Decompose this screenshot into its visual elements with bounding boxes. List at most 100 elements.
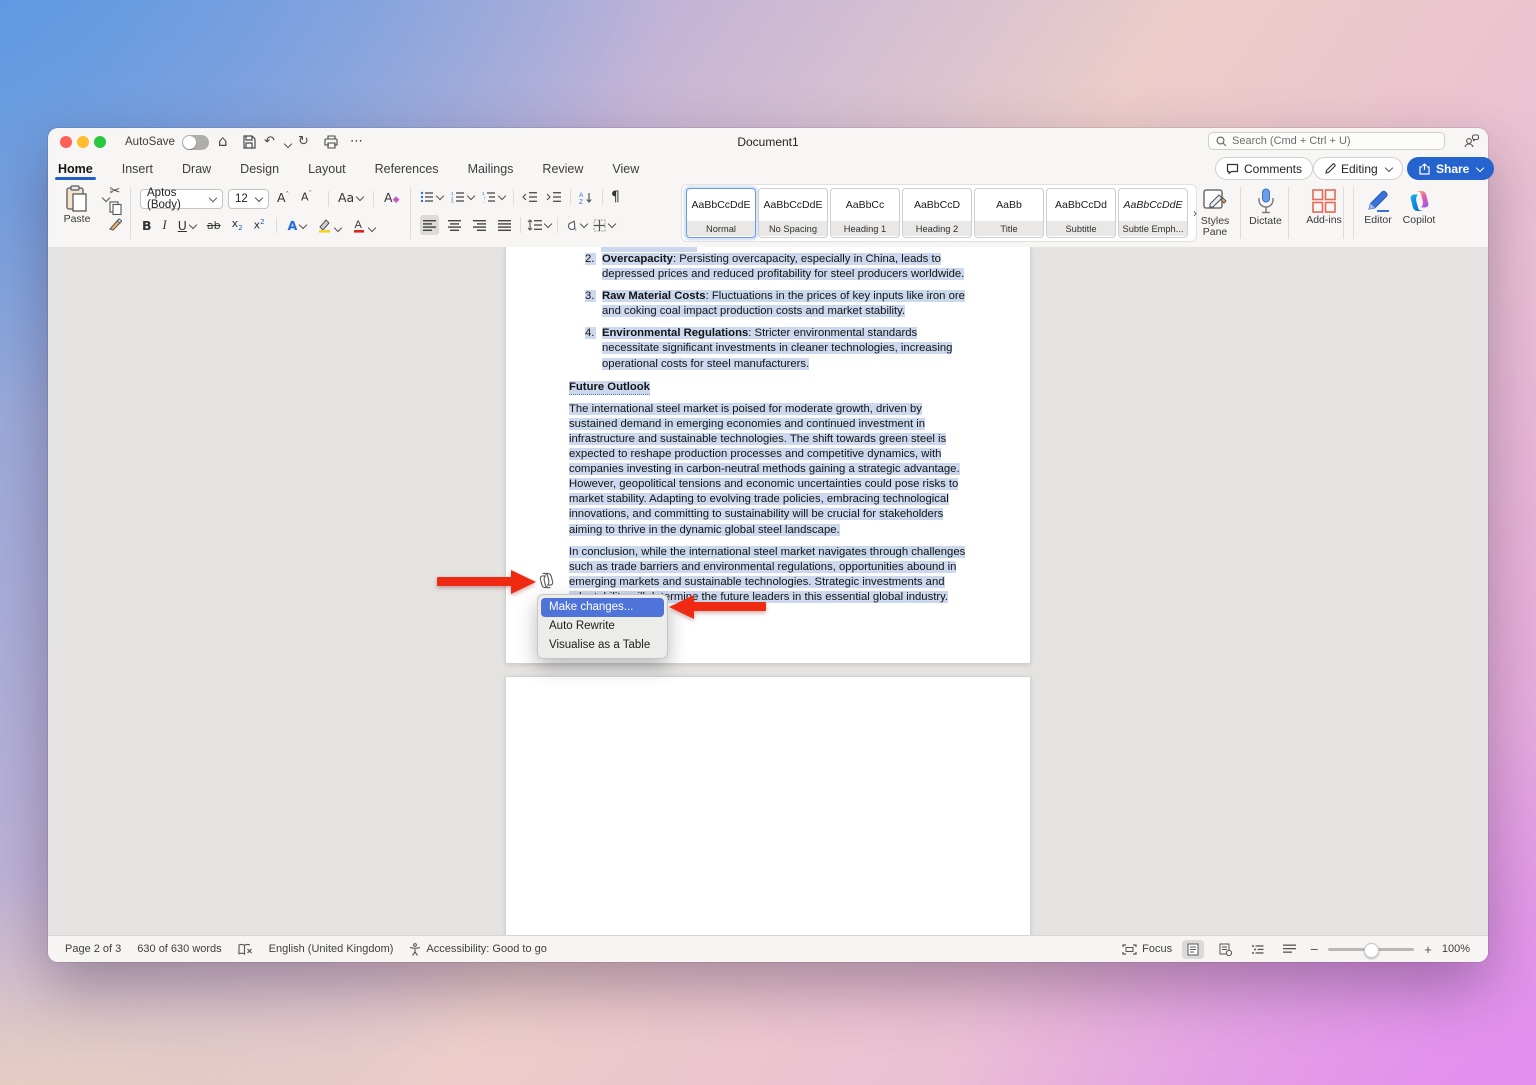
show-paragraph-marks-icon[interactable]: ¶ [611, 189, 620, 205]
style-subtle-emphasis[interactable]: AaBbCcDdE Subtle Emph... [1118, 188, 1188, 238]
group-divider [1240, 187, 1241, 239]
tab-layout[interactable]: Layout [307, 162, 347, 176]
tab-home[interactable]: Home [55, 162, 96, 180]
zoom-in-button[interactable]: + [1424, 942, 1432, 957]
web-layout-view-button[interactable] [1214, 940, 1236, 959]
styles-pane-label: Styles Pane [1200, 215, 1230, 238]
highlight-color-icon[interactable] [317, 218, 343, 233]
align-right-button[interactable] [470, 215, 489, 235]
word-count[interactable]: 630 of 630 words [137, 943, 221, 955]
outline-view-button[interactable] [1246, 940, 1268, 959]
language-indicator[interactable]: English (United Kingdom) [269, 943, 394, 955]
justify-button[interactable] [495, 215, 514, 235]
editing-mode-button[interactable]: Editing [1313, 157, 1403, 180]
borders-icon[interactable] [593, 219, 617, 232]
font-color-icon[interactable]: A [352, 218, 377, 233]
styles-pane-button[interactable]: Styles Pane [1190, 188, 1240, 238]
font-name-select[interactable]: Aptos (Body) [140, 187, 223, 211]
tab-mailings[interactable]: Mailings [467, 162, 515, 176]
search-placeholder: Search (Cmd + Ctrl + U) [1232, 135, 1351, 147]
focus-button[interactable]: Focus [1122, 943, 1172, 955]
style-heading-2[interactable]: AaBbCcD Heading 2 [902, 188, 972, 238]
editing-chevron-icon [1384, 163, 1393, 172]
copilot-context-menu: Make changes... Auto Rewrite Visualise a… [537, 594, 668, 659]
sort-icon[interactable]: AZ [579, 191, 594, 204]
copilot-inline-icon[interactable] [537, 571, 556, 590]
list-item: 2. Overcapacity: Persisting overcapacity… [585, 253, 965, 281]
clear-formatting-icon[interactable]: A◆ [384, 190, 399, 205]
tab-view[interactable]: View [611, 162, 640, 176]
style-title[interactable]: AaBb Title [974, 188, 1044, 238]
bullet-list-icon[interactable] [420, 191, 445, 203]
tab-review[interactable]: Review [541, 162, 584, 176]
numbered-list-icon[interactable]: 123 [451, 191, 476, 203]
text-effects-icon[interactable]: A [288, 218, 308, 233]
font-size-select[interactable]: 12 [228, 189, 269, 209]
increase-indent-icon[interactable] [546, 191, 562, 203]
copy-icon[interactable] [108, 201, 122, 215]
grow-font-icon[interactable]: Aˆ [277, 190, 289, 205]
multilevel-list-icon[interactable]: 1i- [482, 191, 507, 203]
tab-insert[interactable]: Insert [121, 162, 154, 176]
comments-label: Comments [1244, 161, 1303, 176]
proofing-icon[interactable] [238, 943, 253, 956]
svg-text:A: A [579, 192, 584, 199]
underline-button[interactable]: U [178, 218, 198, 233]
superscript-button[interactable]: x2 [254, 218, 265, 232]
page-indicator[interactable]: Page 2 of 3 [65, 943, 121, 955]
comments-button[interactable]: Comments [1215, 157, 1314, 180]
share-button[interactable]: Share [1407, 157, 1495, 180]
bold-button[interactable]: B [142, 218, 152, 233]
style-subtitle[interactable]: AaBbCcDd Subtitle [1046, 188, 1116, 238]
align-center-button[interactable] [445, 215, 464, 235]
svg-text:Z: Z [579, 199, 583, 204]
editor-button[interactable]: Editor [1358, 188, 1398, 226]
comment-bubble-icon [1226, 163, 1239, 175]
add-ins-button[interactable]: Add-ins [1300, 188, 1348, 226]
zoom-out-button[interactable]: − [1310, 941, 1318, 957]
zoom-slider-thumb[interactable] [1364, 942, 1380, 958]
svg-text:A: A [355, 219, 363, 231]
format-painter-icon[interactable] [108, 217, 122, 231]
strikethrough-button[interactable]: ab [207, 219, 221, 232]
tab-design[interactable]: Design [239, 162, 280, 176]
styles-gallery: AaBbCcDdE Normal AaBbCcDdE No Spacing Aa… [681, 184, 1197, 242]
menu-item-make-changes[interactable]: Make changes... [541, 598, 664, 617]
line-spacing-icon[interactable] [527, 219, 553, 231]
font-name-chevron-icon [209, 193, 218, 203]
italic-button[interactable]: I [163, 218, 167, 233]
decrease-indent-icon[interactable] [522, 191, 538, 203]
style-normal[interactable]: AaBbCcDdE Normal [686, 188, 756, 238]
paragraph: The international steel market is poised… [569, 402, 960, 536]
menu-item-auto-rewrite[interactable]: Auto Rewrite [541, 617, 664, 636]
subscript-button[interactable]: x2 [232, 217, 243, 232]
menu-item-visualise-as-table[interactable]: Visualise as a Table [541, 636, 664, 655]
tab-draw[interactable]: Draw [181, 162, 212, 176]
accessibility-status[interactable]: Accessibility: Good to go [409, 942, 547, 956]
tab-references[interactable]: References [374, 162, 440, 176]
print-layout-view-button[interactable] [1182, 939, 1205, 959]
zoom-slider[interactable] [1328, 942, 1415, 958]
mini-divider [373, 191, 374, 207]
align-left-button[interactable] [420, 215, 439, 235]
paste-button[interactable]: Paste [56, 185, 98, 225]
style-heading-1[interactable]: AaBbCc Heading 1 [830, 188, 900, 238]
editing-label: Editing [1341, 161, 1378, 176]
shrink-font-icon[interactable]: Aˇ [301, 190, 312, 204]
ribbon-tabs: Home Insert Draw Design Layout Reference… [55, 156, 640, 181]
title-bar: AutoSave ⌂ ↶ ↻ ⋯ Document1 Search (Cmd +… [48, 128, 1488, 156]
group-divider [1353, 187, 1354, 239]
presence-icon[interactable] [1463, 133, 1480, 149]
copilot-button[interactable]: Copilot [1396, 188, 1442, 226]
draft-view-button[interactable] [1278, 940, 1300, 959]
search-input[interactable]: Search (Cmd + Ctrl + U) [1208, 132, 1445, 150]
group-divider [410, 187, 411, 239]
change-case-icon[interactable]: Aa [338, 190, 365, 205]
style-no-spacing[interactable]: AaBbCcDdE No Spacing [758, 188, 828, 238]
zoom-level[interactable]: 100% [1442, 943, 1470, 955]
shading-icon[interactable] [564, 219, 589, 232]
document-page-2[interactable] [505, 676, 1031, 935]
cut-icon[interactable]: ✂ [110, 184, 121, 199]
dictate-button[interactable]: Dictate [1243, 188, 1288, 227]
dictate-label: Dictate [1249, 215, 1282, 227]
